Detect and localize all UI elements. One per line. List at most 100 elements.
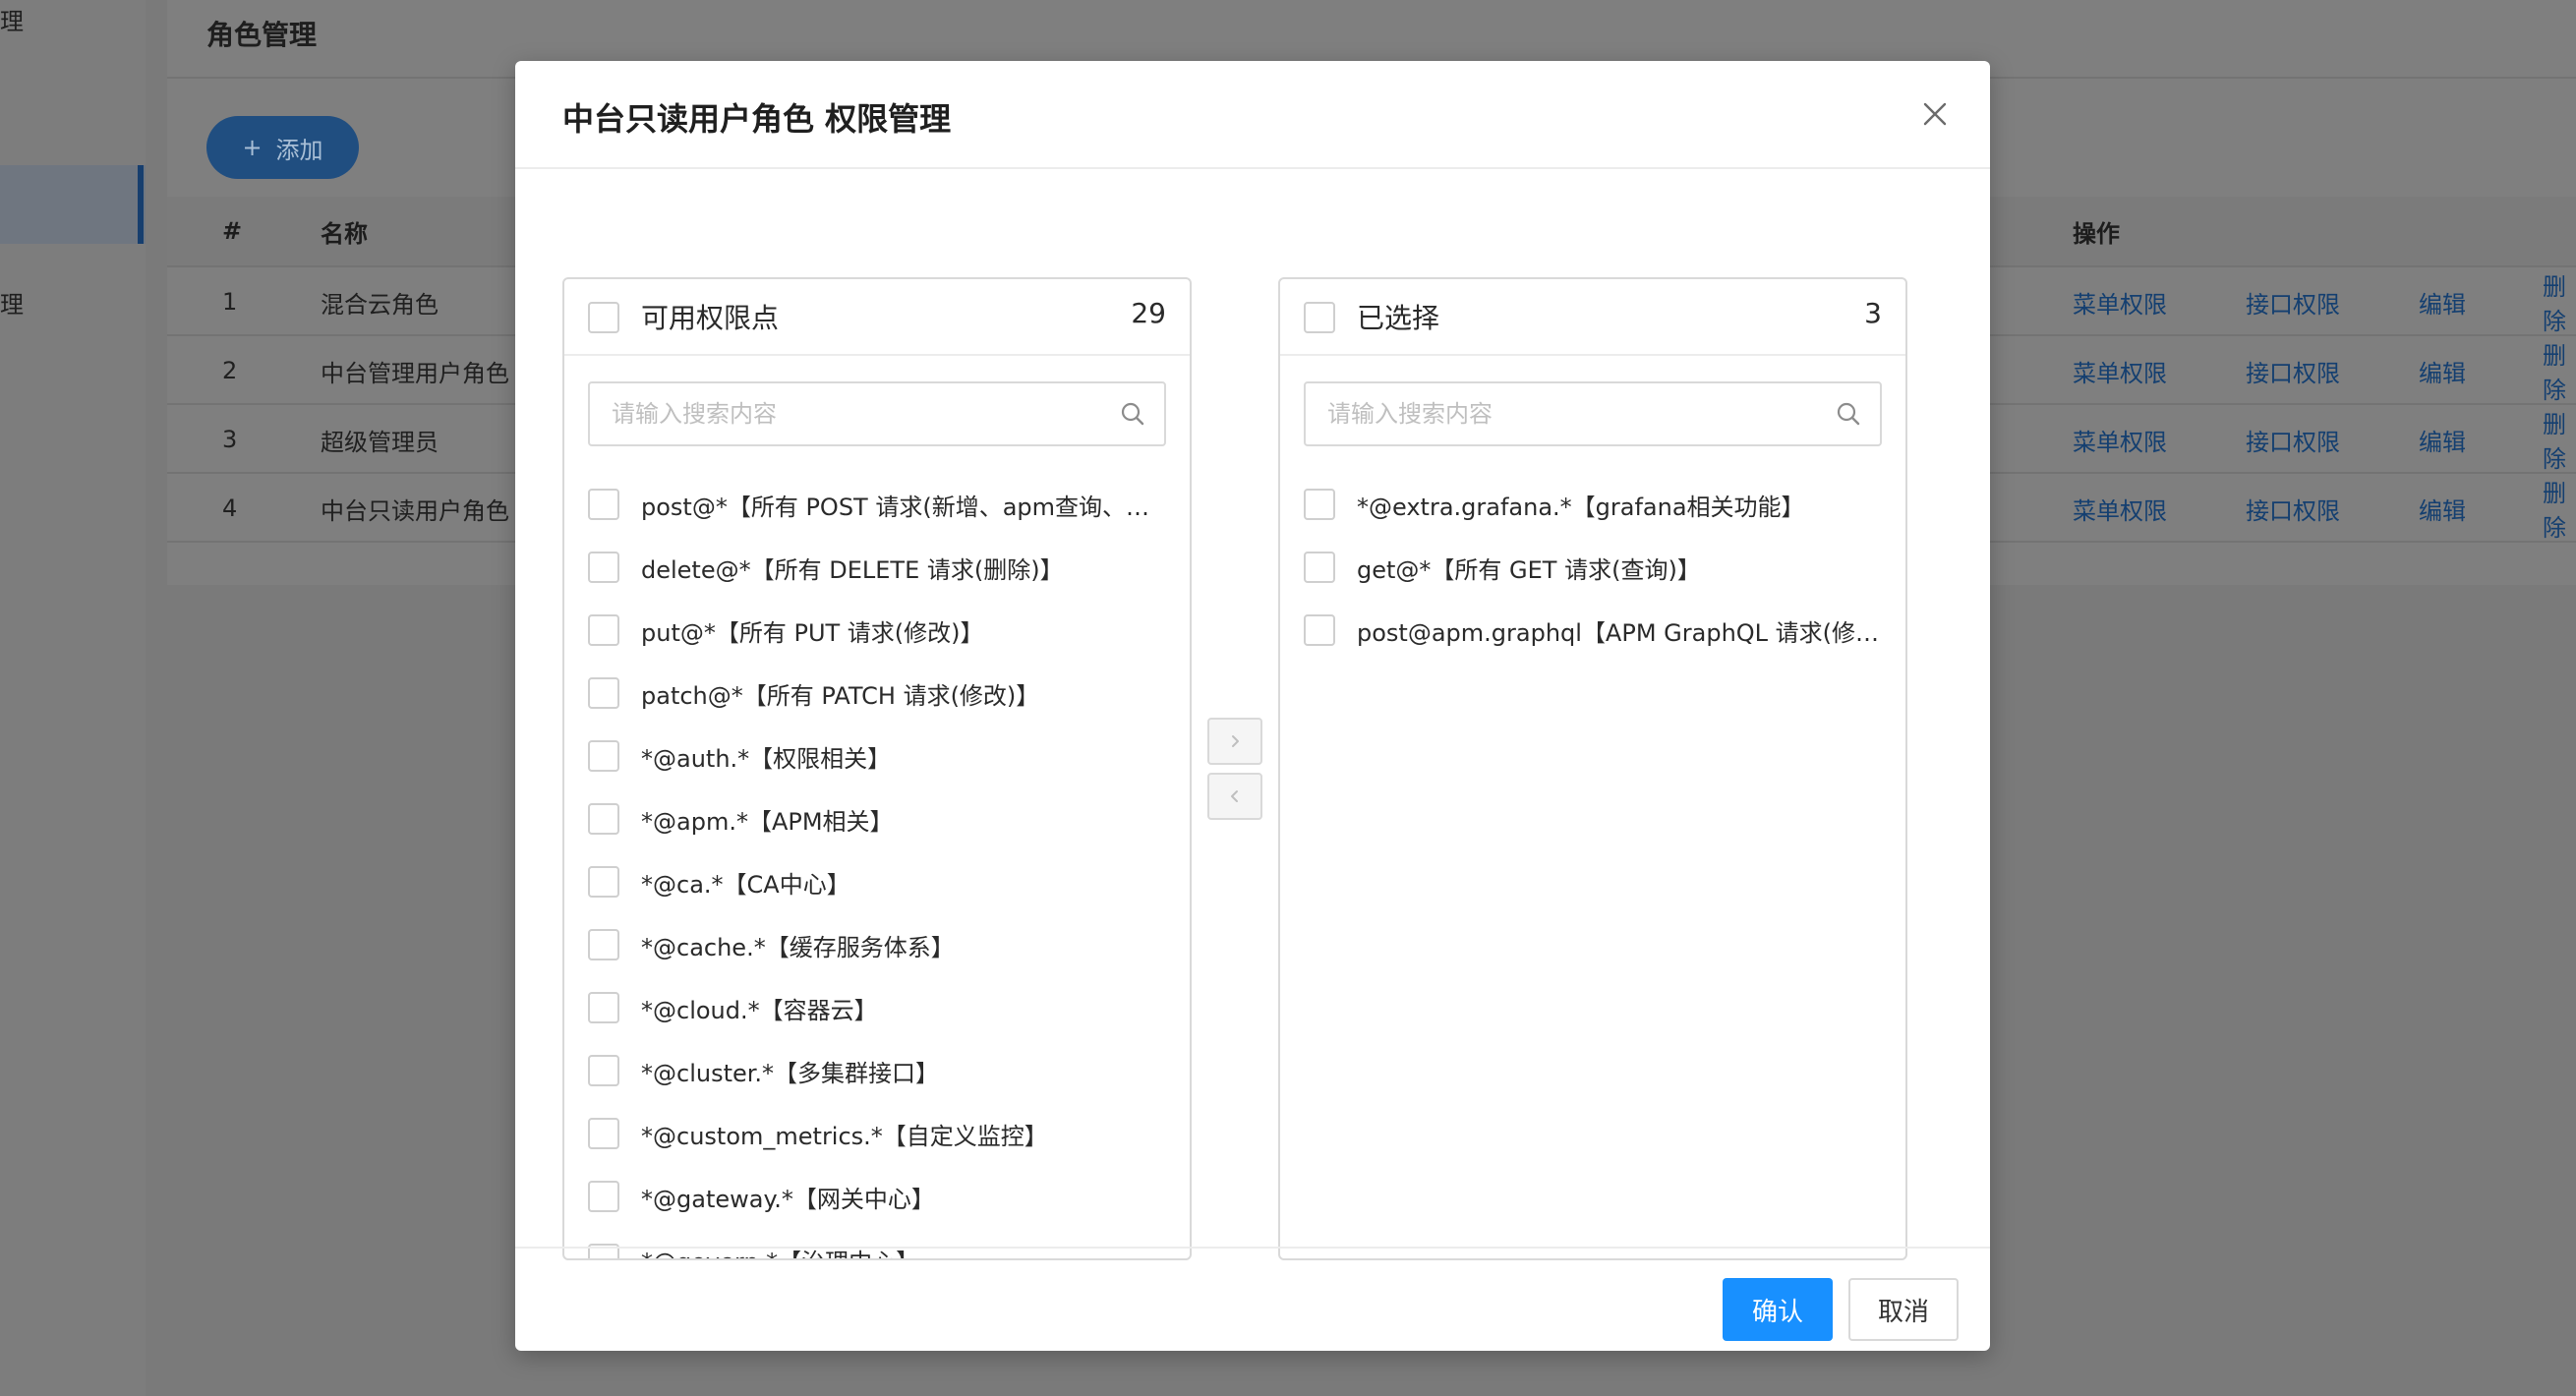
api-permission-link[interactable]: 接口权限	[2246, 336, 2340, 405]
item-checkbox[interactable]	[588, 677, 619, 709]
delete-link[interactable]: 删除	[2543, 267, 2576, 336]
close-icon[interactable]	[1915, 94, 1955, 134]
list-item[interactable]: *@cluster.*【多集群接口】	[564, 1040, 1190, 1103]
item-label: *@extra.grafana.*【grafana相关功能】	[1357, 494, 1805, 521]
modal-footer: 确认 取消	[515, 1247, 1990, 1351]
selected-count: 3	[1864, 297, 1882, 329]
list-item[interactable]: get@*【所有 GET 请求(查询)】	[1280, 537, 1905, 600]
row-num: 3	[222, 426, 238, 453]
list-item[interactable]: *@cache.*【缓存服务体系】	[564, 914, 1190, 977]
list-item[interactable]: *@gateway.*【网关中心】	[564, 1166, 1190, 1229]
list-item[interactable]: *@custom_metrics.*【自定义监控】	[564, 1103, 1190, 1166]
list-item[interactable]: post@*【所有 POST 请求(新增、apm查询、部署操作)】	[564, 474, 1190, 537]
item-label: *@cloud.*【容器云】	[641, 997, 878, 1024]
api-permission-link[interactable]: 接口权限	[2246, 474, 2340, 543]
api-permission-link[interactable]: 接口权限	[2246, 405, 2340, 474]
available-panel: 可用权限点 29 post@*【所有 POST 请求(新增、apm查询、部署操作…	[562, 277, 1192, 1260]
header-name: 名称	[321, 219, 368, 248]
sidebar: 理 理	[0, 0, 146, 1396]
modal-title: 中台只读用户角色 权限管理	[562, 100, 952, 138]
search-icon[interactable]	[1119, 400, 1146, 428]
list-item[interactable]: *@ca.*【CA中心】	[564, 851, 1190, 914]
cancel-button[interactable]: 取消	[1848, 1278, 1959, 1341]
available-panel-title: 可用权限点	[641, 302, 780, 334]
row-name: 混合云角色	[321, 290, 439, 319]
item-label: *@cluster.*【多集群接口】	[641, 1060, 940, 1087]
item-label: *@cache.*【缓存服务体系】	[641, 934, 955, 961]
select-all-checkbox[interactable]	[1304, 302, 1335, 333]
list-item[interactable]: put@*【所有 PUT 请求(修改)】	[564, 600, 1190, 663]
list-item[interactable]: patch@*【所有 PATCH 请求(修改)】	[564, 663, 1190, 726]
permission-modal: 中台只读用户角色 权限管理 可用权限点 29 请输入搜索内容 post@*【所有…	[515, 61, 1990, 1351]
item-label: get@*【所有 GET 请求(查询)】	[1357, 556, 1701, 584]
available-count: 29	[1131, 297, 1166, 329]
sidebar-item-label[interactable]: 理	[0, 2, 24, 36]
item-checkbox[interactable]	[588, 866, 619, 898]
edit-link[interactable]: 编辑	[2419, 336, 2466, 405]
list-item[interactable]: *@apm.*【APM相关】	[564, 788, 1190, 851]
available-panel-header: 可用权限点 29	[564, 279, 1190, 356]
item-checkbox[interactable]	[588, 614, 619, 646]
sidebar-item-label[interactable]: 理	[0, 285, 24, 320]
available-list: post@*【所有 POST 请求(新增、apm查询、部署操作)】 delete…	[564, 474, 1190, 1258]
item-label: post@apm.graphql【APM GraphQL 请求(修改数据)】	[1357, 619, 1888, 647]
list-item[interactable]: post@apm.graphql【APM GraphQL 请求(修改数据)】	[1280, 600, 1905, 663]
item-checkbox[interactable]	[588, 929, 619, 960]
chevron-left-icon	[1231, 790, 1238, 802]
item-checkbox[interactable]	[588, 740, 619, 772]
row-name: 超级管理员	[321, 428, 439, 456]
list-item[interactable]: delete@*【所有 DELETE 请求(删除)】	[564, 537, 1190, 600]
chevron-right-icon	[1232, 735, 1239, 747]
header-num: #	[222, 217, 243, 245]
edit-link[interactable]: 编辑	[2419, 474, 2466, 543]
list-item[interactable]: *@cloud.*【容器云】	[564, 977, 1190, 1040]
api-permission-link[interactable]: 接口权限	[2246, 267, 2340, 336]
modal-body: 可用权限点 29 post@*【所有 POST 请求(新增、apm查询、部署操作…	[515, 169, 1990, 1260]
item-label: *@gateway.*【网关中心】	[641, 1186, 935, 1213]
item-label: put@*【所有 PUT 请求(修改)】	[641, 619, 984, 647]
item-checkbox[interactable]	[588, 1118, 619, 1149]
item-checkbox[interactable]	[588, 1055, 619, 1086]
list-item[interactable]: *@auth.*【权限相关】	[564, 726, 1190, 788]
item-checkbox[interactable]	[588, 1181, 619, 1212]
selected-search-input[interactable]	[1306, 383, 1827, 444]
item-checkbox[interactable]	[588, 803, 619, 835]
move-right-button[interactable]	[1207, 718, 1262, 765]
row-num: 4	[222, 494, 238, 522]
row-name: 中台管理用户角色	[321, 359, 509, 387]
item-label: *@ca.*【CA中心】	[641, 871, 850, 899]
item-label: post@*【所有 POST 请求(新增、apm查询、部署操作)】	[641, 494, 1172, 521]
move-left-button[interactable]	[1207, 773, 1262, 820]
available-search-input[interactable]	[590, 383, 1111, 444]
edit-link[interactable]: 编辑	[2419, 405, 2466, 474]
row-num: 1	[222, 288, 238, 316]
sidebar-item-active[interactable]	[0, 165, 146, 244]
add-button-label: 添加	[275, 136, 323, 164]
edit-link[interactable]: 编辑	[2419, 267, 2466, 336]
menu-permission-link[interactable]: 菜单权限	[2073, 405, 2167, 474]
delete-link[interactable]: 删除	[2543, 405, 2576, 474]
page-title: 角色管理	[206, 19, 318, 51]
item-checkbox[interactable]	[588, 552, 619, 583]
row-num: 2	[222, 357, 238, 384]
delete-link[interactable]: 删除	[2543, 474, 2576, 543]
selected-panel-title: 已选择	[1357, 302, 1440, 334]
list-item[interactable]: *@extra.grafana.*【grafana相关功能】	[1280, 474, 1905, 537]
menu-permission-link[interactable]: 菜单权限	[2073, 474, 2167, 543]
item-checkbox[interactable]	[588, 489, 619, 520]
selected-list: *@extra.grafana.*【grafana相关功能】 get@*【所有 …	[1280, 474, 1905, 663]
select-all-checkbox[interactable]	[588, 302, 619, 333]
search-icon[interactable]	[1835, 400, 1862, 428]
item-checkbox[interactable]	[1304, 552, 1335, 583]
modal-header: 中台只读用户角色 权限管理	[515, 61, 1990, 169]
item-checkbox[interactable]	[588, 992, 619, 1023]
item-checkbox[interactable]	[1304, 614, 1335, 646]
confirm-button[interactable]: 确认	[1723, 1278, 1833, 1341]
row-name: 中台只读用户角色	[321, 496, 509, 525]
delete-link[interactable]: 删除	[2543, 336, 2576, 405]
menu-permission-link[interactable]: 菜单权限	[2073, 336, 2167, 405]
menu-permission-link[interactable]: 菜单权限	[2073, 267, 2167, 336]
item-label: *@auth.*【权限相关】	[641, 745, 892, 773]
item-checkbox[interactable]	[1304, 489, 1335, 520]
add-button[interactable]: + 添加	[206, 116, 359, 179]
